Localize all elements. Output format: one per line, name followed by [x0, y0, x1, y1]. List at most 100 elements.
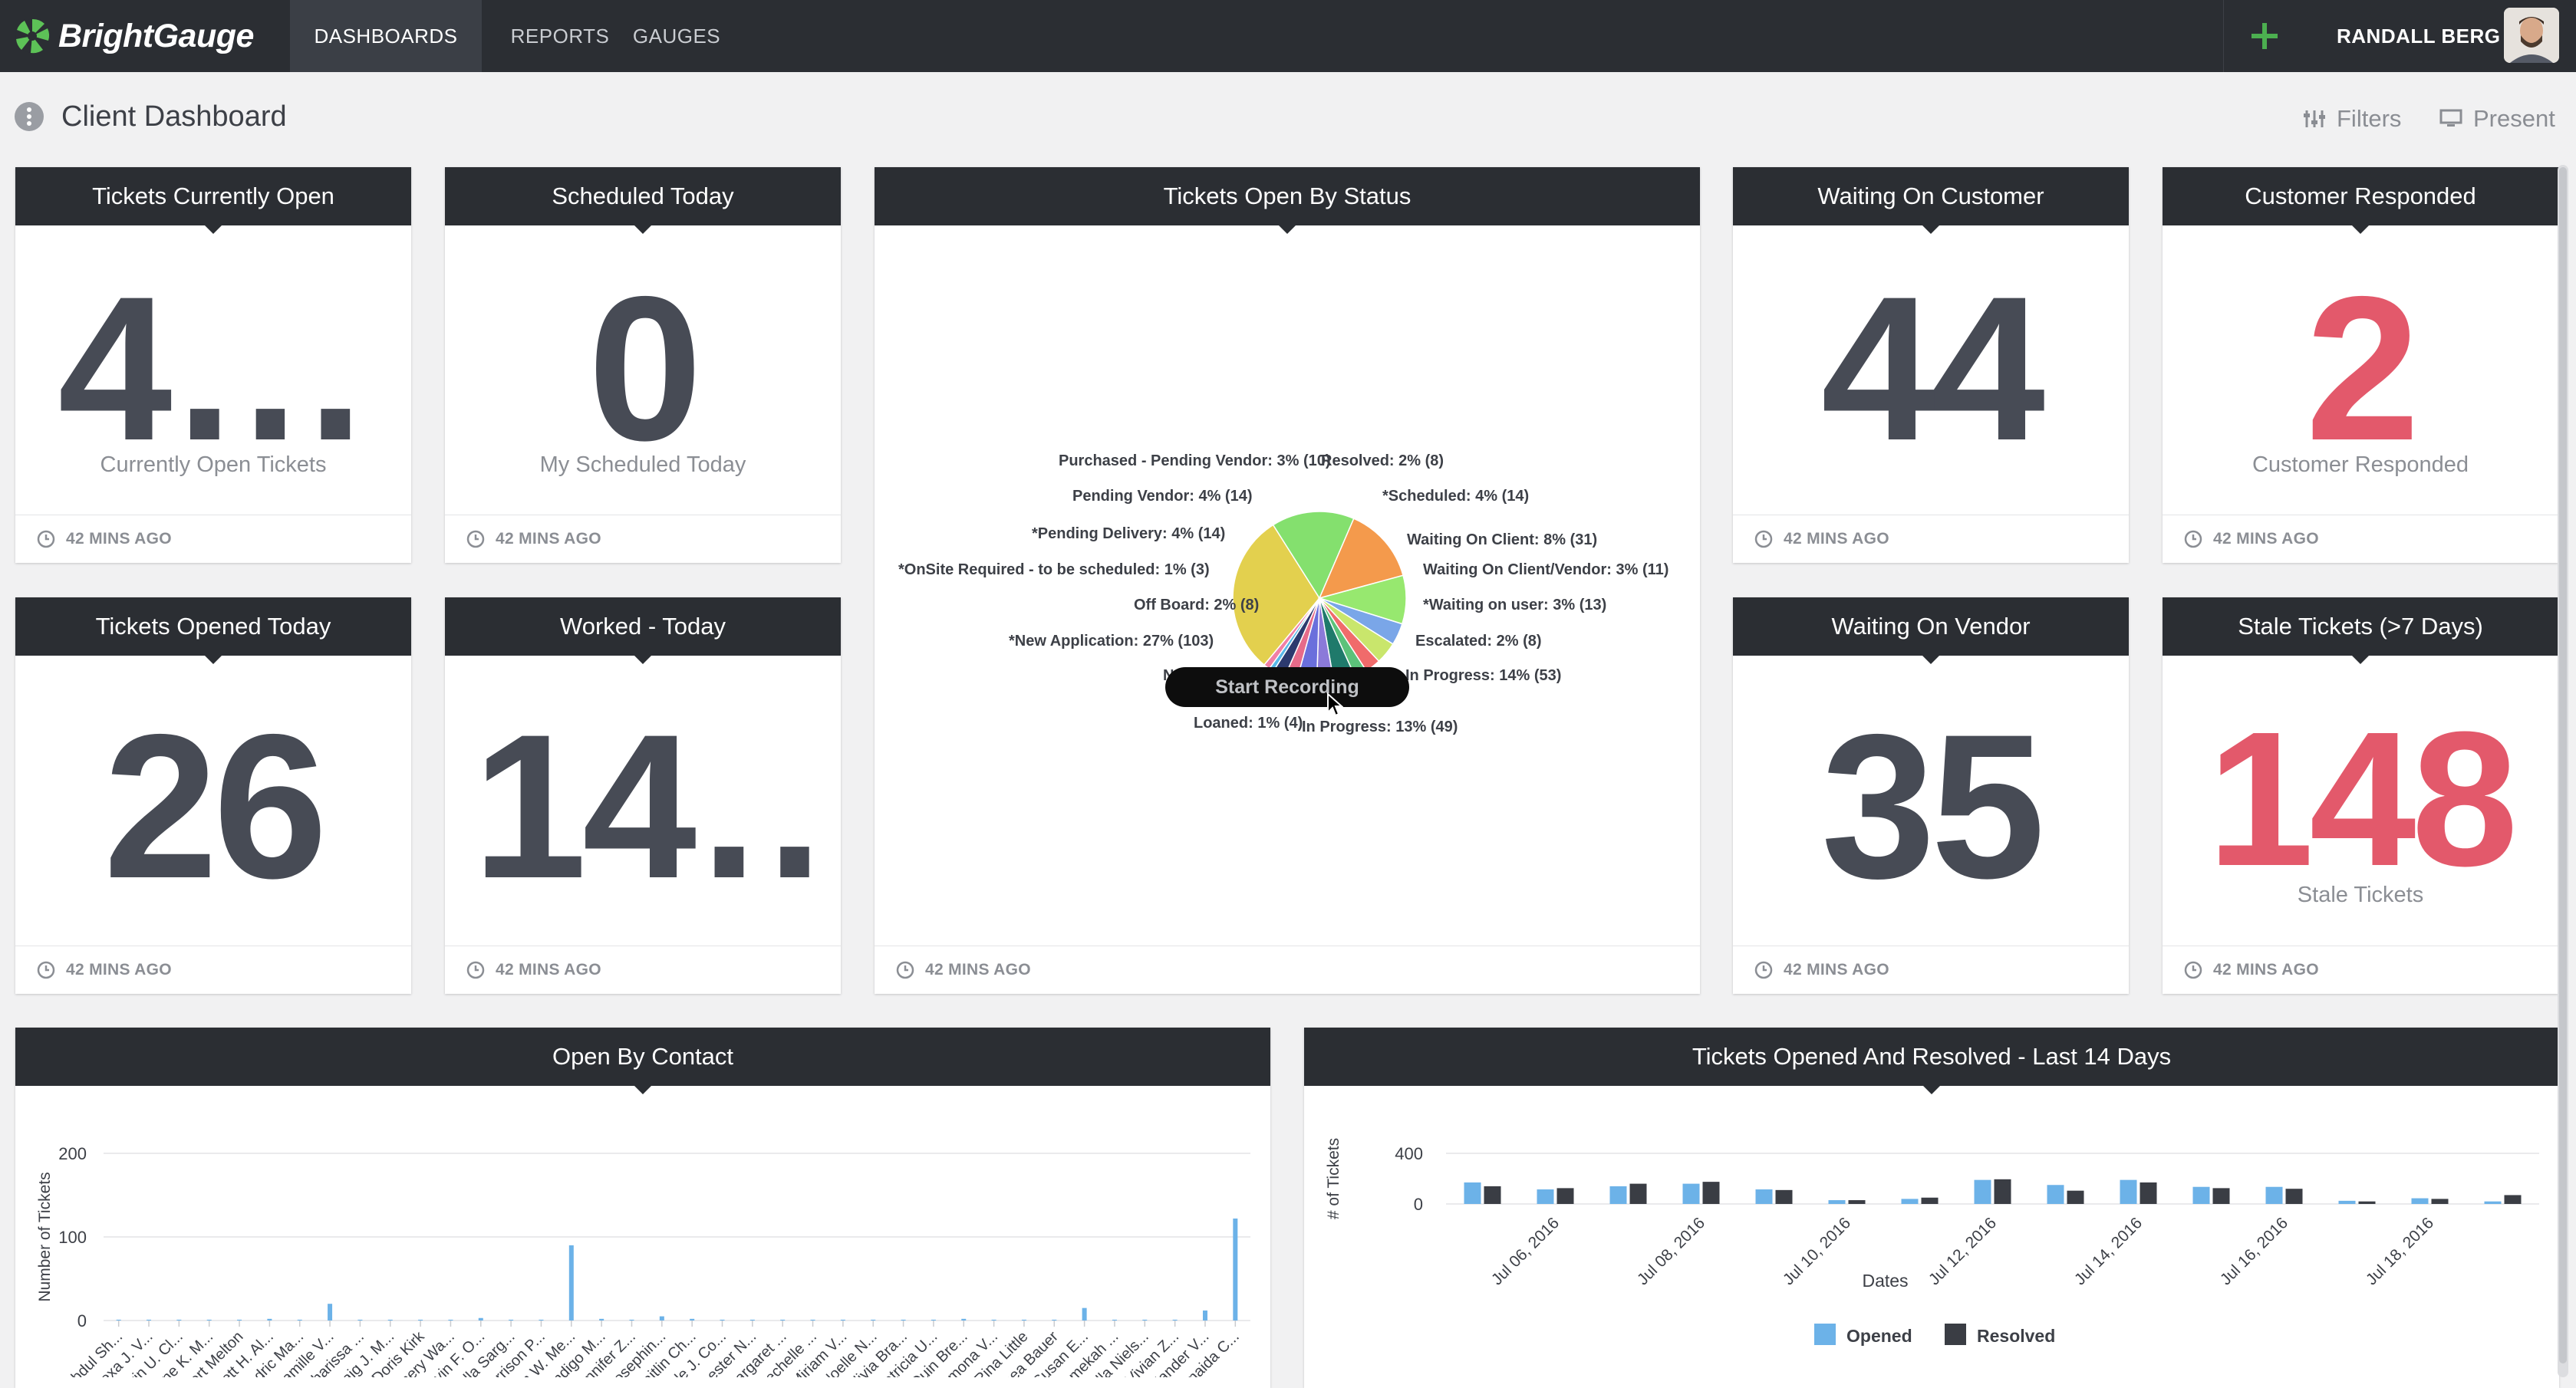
- bar-resolved[interactable]: [1629, 1183, 1647, 1204]
- bar-resolved[interactable]: [2358, 1201, 2376, 1204]
- bar[interactable]: [357, 1319, 363, 1321]
- bar[interactable]: [418, 1319, 423, 1321]
- bar[interactable]: [387, 1319, 393, 1321]
- bar-resolved[interactable]: [1702, 1182, 1720, 1204]
- bar-opened[interactable]: [2338, 1200, 2356, 1204]
- bar[interactable]: [931, 1319, 936, 1321]
- filters-button[interactable]: Filters: [2303, 100, 2401, 138]
- avatar[interactable]: [2504, 8, 2559, 63]
- bar[interactable]: [1052, 1319, 1057, 1321]
- bar[interactable]: [901, 1319, 906, 1321]
- gauge-waiting-on-customer[interactable]: Waiting On Customer 44 42 MINS AGO: [1733, 167, 2129, 563]
- bar[interactable]: [1112, 1319, 1117, 1321]
- gauge-tickets-currently-open[interactable]: Tickets Currently Open 4… Currently Open…: [15, 167, 411, 563]
- bar[interactable]: [629, 1319, 634, 1321]
- bar[interactable]: [448, 1319, 453, 1321]
- bar-opened[interactable]: [1901, 1199, 1919, 1204]
- bar-opened[interactable]: [1755, 1189, 1773, 1204]
- bar-opened[interactable]: [2411, 1198, 2429, 1204]
- x-tick-label: Jul 10, 2016: [1780, 1214, 1854, 1288]
- bar-resolved[interactable]: [1921, 1197, 1939, 1204]
- bar[interactable]: [478, 1317, 483, 1321]
- legend-label[interactable]: Opened: [1846, 1326, 1912, 1346]
- opened-resolved-chart[interactable]: 0 400 # of Tickets Jul 06, 2016 Jul 08, 2016…: [1304, 1086, 2559, 1377]
- bar-opened[interactable]: [2484, 1201, 2502, 1204]
- bar[interactable]: [810, 1319, 815, 1321]
- filters-label: Filters: [2337, 105, 2402, 132]
- gauge-stale-tickets[interactable]: Stale Tickets (>7 Days) 148 Stale Ticket…: [2163, 597, 2558, 994]
- bar[interactable]: [116, 1319, 121, 1321]
- bar-resolved[interactable]: [1484, 1186, 1501, 1204]
- bar-opened[interactable]: [1609, 1186, 1627, 1204]
- nav-reports[interactable]: REPORTS: [506, 0, 614, 72]
- bar-opened[interactable]: [1464, 1182, 1481, 1204]
- bar[interactable]: [749, 1319, 755, 1321]
- bar[interactable]: [539, 1319, 544, 1321]
- bar-opened[interactable]: [1537, 1189, 1554, 1204]
- bar[interactable]: [297, 1319, 302, 1321]
- gauge-tickets-opened-resolved[interactable]: Tickets Opened And Resolved - Last 14 Da…: [1304, 1028, 2559, 1388]
- gauge-open-by-contact[interactable]: Open By Contact 0 100 200 Number of Tickets…: [15, 1028, 1270, 1388]
- add-button[interactable]: [2223, 0, 2305, 72]
- bar-opened[interactable]: [2265, 1186, 2283, 1204]
- page-header: Client Dashboard: [14, 94, 287, 140]
- nav-dashboards[interactable]: DASHBOARDS: [290, 0, 482, 72]
- bar-resolved[interactable]: [1556, 1188, 1574, 1204]
- bar[interactable]: [206, 1319, 212, 1321]
- bar[interactable]: [147, 1319, 152, 1321]
- bar-opened[interactable]: [1828, 1200, 1846, 1204]
- monitor-icon: [2439, 109, 2462, 127]
- bar[interactable]: [599, 1318, 604, 1321]
- bar[interactable]: [840, 1319, 845, 1321]
- bar-opened[interactable]: [1974, 1179, 1991, 1204]
- bar[interactable]: [1233, 1219, 1238, 1321]
- bar-opened[interactable]: [2047, 1185, 2064, 1204]
- bar[interactable]: [961, 1318, 967, 1321]
- brand-logo[interactable]: BrightGauge: [14, 12, 254, 60]
- scrollbar-thumb[interactable]: [2559, 167, 2567, 1363]
- bar[interactable]: [509, 1319, 514, 1321]
- bar-resolved[interactable]: [1848, 1200, 1866, 1204]
- x-tick-label: Jul 16, 2016: [2217, 1214, 2291, 1288]
- bar-resolved[interactable]: [2212, 1188, 2230, 1204]
- bar[interactable]: [568, 1245, 574, 1321]
- bar[interactable]: [991, 1319, 996, 1321]
- bar[interactable]: [267, 1318, 272, 1321]
- bar[interactable]: [1202, 1310, 1207, 1321]
- bar[interactable]: [1082, 1307, 1087, 1321]
- gauge-title: Tickets Currently Open: [15, 167, 411, 234]
- gauge-worked-today[interactable]: Worked - Today 14… 42 MINS AGO: [445, 597, 841, 994]
- open-by-contact-chart[interactable]: 0100200Number of TicketsAbdul Sh...Alexa…: [15, 1086, 1270, 1377]
- bar-resolved[interactable]: [2067, 1190, 2084, 1204]
- bar[interactable]: [237, 1319, 242, 1321]
- bar-opened[interactable]: [1682, 1183, 1700, 1204]
- legend-label[interactable]: Resolved: [1977, 1326, 2055, 1346]
- bar-opened[interactable]: [2192, 1186, 2210, 1204]
- bar-resolved[interactable]: [2140, 1182, 2157, 1204]
- bar[interactable]: [720, 1319, 725, 1321]
- bar[interactable]: [659, 1316, 664, 1321]
- bar[interactable]: [871, 1319, 876, 1321]
- bar-resolved[interactable]: [1775, 1189, 1793, 1204]
- present-button[interactable]: Present: [2439, 100, 2555, 138]
- bar[interactable]: [1021, 1319, 1026, 1321]
- start-recording-tooltip[interactable]: Start Recording: [1165, 667, 1409, 707]
- gauge-customer-responded[interactable]: Customer Responded 2 Customer Responded …: [2163, 167, 2558, 563]
- gauge-waiting-on-vendor[interactable]: Waiting On Vendor 35 42 MINS AGO: [1733, 597, 2129, 994]
- bar[interactable]: [1142, 1319, 1148, 1321]
- bar-opened[interactable]: [2120, 1179, 2137, 1204]
- bar[interactable]: [1172, 1319, 1178, 1321]
- bar-resolved[interactable]: [2285, 1189, 2303, 1204]
- bar-resolved[interactable]: [1994, 1179, 2011, 1204]
- user-name[interactable]: RANDALL BERG: [2337, 0, 2501, 72]
- gauge-tickets-opened-today[interactable]: Tickets Opened Today 26 42 MINS AGO: [15, 597, 411, 994]
- info-icon[interactable]: [14, 101, 44, 132]
- bar[interactable]: [690, 1318, 695, 1321]
- bar-resolved[interactable]: [2504, 1195, 2522, 1204]
- bar[interactable]: [780, 1319, 786, 1321]
- bar-resolved[interactable]: [2431, 1199, 2449, 1204]
- bar[interactable]: [176, 1319, 182, 1321]
- nav-gauges[interactable]: GAUGES: [624, 0, 729, 72]
- gauge-scheduled-today[interactable]: Scheduled Today 0 My Scheduled Today 42 …: [445, 167, 841, 563]
- bar[interactable]: [328, 1304, 333, 1321]
